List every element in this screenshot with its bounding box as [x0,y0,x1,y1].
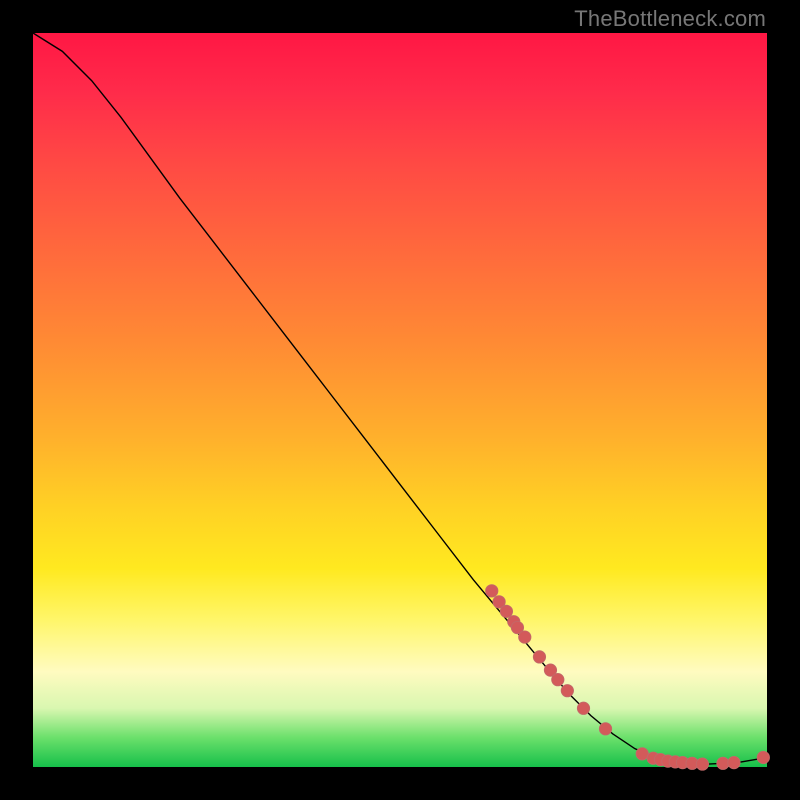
data-point [519,631,531,643]
chart-frame: TheBottleneck.com [0,0,800,800]
data-point [696,758,708,770]
data-point [561,684,573,696]
data-point [500,605,512,617]
data-point [533,651,545,663]
curve-polyline [33,33,767,764]
chart-overlay [33,33,767,767]
data-point [599,723,611,735]
data-point [552,673,564,685]
data-point [486,585,498,597]
watermark-text: TheBottleneck.com [574,6,766,32]
data-point [577,702,589,714]
bottleneck-curve [33,33,767,764]
data-point [636,748,648,760]
data-point [757,751,769,763]
data-point [717,757,729,769]
data-points-group [486,585,770,771]
data-point [728,756,740,768]
